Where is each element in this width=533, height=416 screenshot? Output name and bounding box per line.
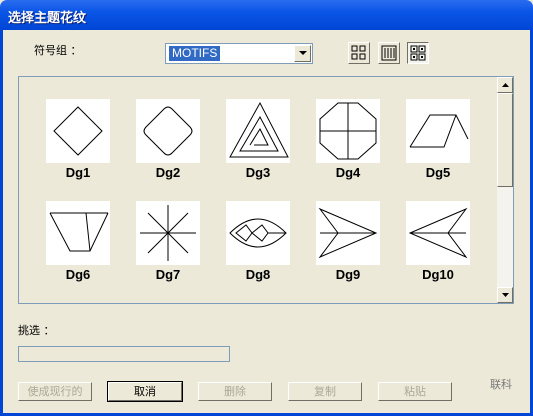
spiral-triangle-motif-icon [226,99,290,163]
scrollbar-thumb[interactable] [497,93,513,187]
motif-label: Dg1 [65,165,91,180]
leaf-motif-icon [226,201,290,265]
dropdown-arrow-button[interactable] [294,45,311,62]
motif-tile[interactable]: Dg3 [226,99,292,180]
motif-tile[interactable]: Dg10 [406,201,472,282]
motif-label: Dg9 [335,267,361,282]
rounded-diamond-motif-icon [136,99,200,163]
window-title: 选择主题花纹 [8,11,87,26]
motif-tile[interactable]: Dg7 [136,201,202,282]
large-icons-view-button[interactable] [348,42,370,64]
motif-gallery[interactable]: Dg1 Dg2 Dg3 Dg4 Dg5 Dg6 Dg7 Dg8 Dg9 Dg10 [18,76,514,304]
apply-button[interactable]: 使成现行的 [18,382,92,401]
motif-label: Dg3 [245,165,271,180]
list-view-button[interactable] [378,42,400,64]
motif-tile[interactable]: Dg5 [406,99,472,180]
small-icons-view-icon [410,45,426,61]
filter-input[interactable] [18,346,230,362]
paste-button[interactable]: 粘贴 [378,382,452,401]
cancel-button[interactable]: 取消 [107,381,183,402]
motif-label: Dg5 [425,165,451,180]
motif-label: Dg4 [335,165,361,180]
large-icons-view-icon [351,45,366,60]
parallelogram-motif-icon [406,99,470,163]
vertical-scrollbar[interactable] [497,77,513,303]
motif-tile[interactable]: Dg8 [226,201,292,282]
star-burst-motif-icon [136,201,200,265]
motif-tile[interactable]: Dg1 [46,99,112,180]
filter-label: 挑选 ： [18,324,55,337]
motif-tile[interactable]: Dg9 [316,201,382,282]
chevron-down-icon [501,293,509,297]
symbol-group-dropdown[interactable]: MOTIFS [165,43,313,64]
motif-tile[interactable]: Dg6 [46,201,112,282]
motif-tile[interactable]: Dg2 [136,99,202,180]
scroll-down-button[interactable] [497,287,513,303]
motif-label: Dg6 [65,267,91,282]
small-icons-view-button[interactable] [407,42,429,64]
diamond-motif-icon [46,99,110,163]
list-view-icon [381,45,397,61]
delete-button[interactable]: 删除 [198,382,272,401]
brand-watermark: 联科 [490,378,512,391]
symbol-group-value: MOTIFS [169,46,221,61]
motif-tile[interactable]: Dg4 [316,99,382,180]
copy-button[interactable]: 复制 [288,382,362,401]
motif-label: Dg10 [422,267,454,282]
arrowhead-left-motif-icon [406,201,470,265]
motif-label: Dg8 [245,267,271,282]
octagon-cross-motif-icon [316,99,380,163]
symbol-group-label: 符号组 ： [34,44,82,57]
chevron-up-icon [501,83,509,87]
slanted-parallelogram-motif-icon [46,201,110,265]
motif-label: Dg7 [155,267,181,282]
scroll-up-button[interactable] [497,77,513,93]
title-bar[interactable]: 选择主题花纹 [0,0,533,30]
motif-label: Dg2 [155,165,181,180]
arrowhead-right-motif-icon [316,201,380,265]
chevron-down-icon [298,51,307,55]
